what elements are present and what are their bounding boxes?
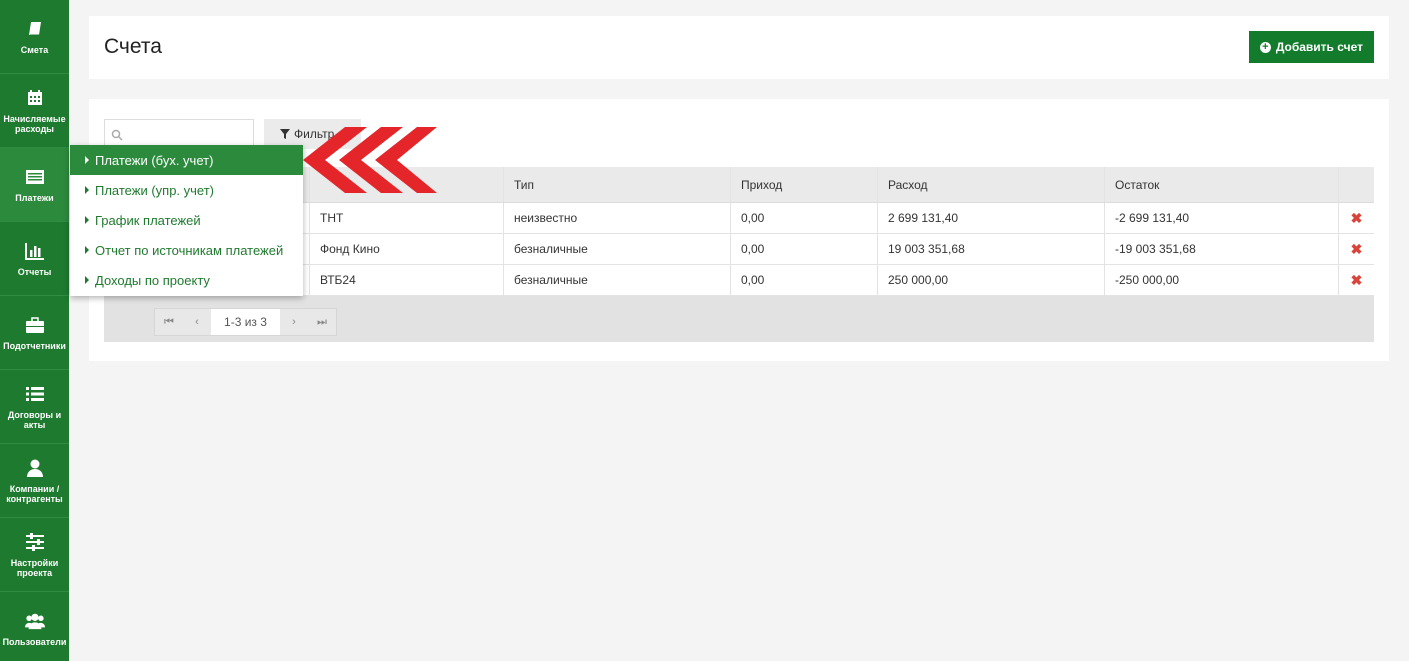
delete-row-button[interactable]: ✖ bbox=[1339, 234, 1374, 264]
caret-right-icon bbox=[85, 156, 89, 164]
cell-name[interactable]: ТНТ bbox=[310, 203, 504, 233]
cell-type: безналичные bbox=[504, 265, 731, 295]
sliders-icon bbox=[25, 532, 45, 552]
submenu-item-project-income[interactable]: Доходы по проекту bbox=[70, 265, 303, 295]
page-title: Счета bbox=[104, 35, 162, 58]
delete-row-button[interactable]: ✖ bbox=[1339, 203, 1374, 233]
caret-right-icon bbox=[85, 276, 89, 284]
list-icon bbox=[25, 384, 45, 404]
book-icon bbox=[25, 19, 45, 39]
cell-name[interactable]: Фонд Кино bbox=[310, 234, 504, 264]
pagination-bar: ⏮ ‹ 1-3 из 3 › ⏭ bbox=[104, 296, 1374, 342]
sidebar-item-contracts[interactable]: Договоры и акты bbox=[0, 370, 69, 444]
cell-type: безналичные bbox=[504, 234, 731, 264]
close-icon: ✖ bbox=[1350, 209, 1363, 226]
cell-balance: -250 000,00 bbox=[1105, 265, 1339, 295]
cell-income: 0,00 bbox=[731, 234, 878, 264]
column-header-type[interactable]: Тип bbox=[504, 167, 731, 202]
user-icon bbox=[25, 458, 45, 478]
bar-chart-icon bbox=[24, 241, 45, 261]
cell-expense: 19 003 351,68 bbox=[878, 234, 1105, 264]
sidebar-item-label: Начисляемые расходы bbox=[3, 113, 66, 134]
pagination: ⏮ ‹ 1-3 из 3 › ⏭ bbox=[154, 308, 337, 336]
sidebar-item-label: Пользователи bbox=[2, 636, 67, 647]
cell-income: 0,00 bbox=[731, 203, 878, 233]
add-account-button[interactable]: + Добавить счет bbox=[1248, 31, 1374, 63]
sidebar-item-label: Подотчетники bbox=[3, 340, 66, 351]
submenu-item-payments-accounting[interactable]: Платежи (бух. учет) bbox=[70, 145, 303, 175]
submenu-item-label: Отчет по источникам платежей bbox=[95, 242, 284, 258]
caret-right-icon bbox=[85, 246, 89, 254]
filter-icon bbox=[280, 129, 290, 139]
cell-expense: 250 000,00 bbox=[878, 265, 1105, 295]
submenu-item-label: Платежи (упр. учет) bbox=[95, 182, 215, 198]
briefcase-icon bbox=[25, 315, 45, 335]
annotation-arrow-icon bbox=[303, 127, 437, 193]
page-header: Счета + Добавить счет bbox=[89, 16, 1389, 79]
sidebar-item-label: Смета bbox=[20, 44, 49, 55]
sidebar: Смета Начисляемые расходы Платежи Отчеты… bbox=[0, 0, 69, 661]
sidebar-item-accrued-expenses[interactable]: Начисляемые расходы bbox=[0, 74, 69, 148]
caret-right-icon bbox=[85, 186, 89, 194]
cell-income: 0,00 bbox=[731, 265, 878, 295]
delete-row-button[interactable]: ✖ bbox=[1339, 265, 1374, 295]
column-header-balance[interactable]: Остаток bbox=[1105, 167, 1339, 202]
list-card-icon bbox=[25, 167, 45, 187]
sidebar-item-label: Договоры и акты bbox=[7, 409, 62, 430]
search-input[interactable] bbox=[127, 123, 247, 145]
submenu-item-label: Доходы по проекту bbox=[95, 272, 210, 288]
column-header bbox=[1339, 167, 1374, 202]
submenu-item-payment-schedule[interactable]: График платежей bbox=[70, 205, 303, 235]
prev-page-icon[interactable]: ‹ bbox=[183, 309, 211, 335]
search-icon bbox=[111, 128, 123, 146]
column-header-expense[interactable]: Расход bbox=[878, 167, 1105, 202]
close-icon: ✖ bbox=[1350, 271, 1363, 288]
sidebar-item-project-settings[interactable]: Настройки проекта bbox=[0, 518, 69, 592]
submenu-item-label: Платежи (бух. учет) bbox=[95, 152, 214, 168]
cell-expense: 2 699 131,40 bbox=[878, 203, 1105, 233]
sidebar-item-users[interactable]: Пользователи bbox=[0, 592, 69, 661]
payments-submenu: Платежи (бух. учет) Платежи (упр. учет) … bbox=[70, 145, 303, 296]
sidebar-item-companies[interactable]: Компании / контрагенты bbox=[0, 444, 69, 518]
sidebar-item-label: Отчеты bbox=[17, 266, 52, 277]
sidebar-item-label: Платежи bbox=[15, 192, 54, 203]
sidebar-item-label: Настройки проекта bbox=[10, 557, 59, 578]
cell-type: неизвестно bbox=[504, 203, 731, 233]
submenu-item-label: График платежей bbox=[95, 212, 201, 228]
cell-balance: -19 003 351,68 bbox=[1105, 234, 1339, 264]
last-page-icon[interactable]: ⏭ bbox=[308, 309, 336, 335]
sidebar-item-reports[interactable]: Отчеты bbox=[0, 222, 69, 296]
submenu-item-payment-sources-report[interactable]: Отчет по источникам платежей bbox=[70, 235, 303, 265]
first-page-icon[interactable]: ⏮ bbox=[155, 309, 183, 335]
calendar-icon bbox=[25, 88, 45, 108]
sidebar-item-label: Компании / контрагенты bbox=[6, 483, 63, 504]
caret-right-icon bbox=[85, 216, 89, 224]
page-info: 1-3 из 3 bbox=[211, 309, 280, 335]
close-icon: ✖ bbox=[1350, 240, 1363, 257]
submenu-item-payments-management[interactable]: Платежи (упр. учет) bbox=[70, 175, 303, 205]
next-page-icon[interactable]: › bbox=[280, 309, 308, 335]
plus-circle-icon: + bbox=[1259, 41, 1271, 53]
users-icon bbox=[24, 611, 45, 631]
sidebar-item-estimate[interactable]: Смета bbox=[0, 0, 69, 74]
sidebar-item-payments[interactable]: Платежи bbox=[0, 148, 69, 222]
column-header-income[interactable]: Приход bbox=[731, 167, 878, 202]
cell-balance: -2 699 131,40 bbox=[1105, 203, 1339, 233]
cell-name[interactable]: ВТБ24 bbox=[310, 265, 504, 295]
sidebar-item-accountables[interactable]: Подотчетники bbox=[0, 296, 69, 370]
add-account-label: Добавить счет bbox=[1275, 40, 1363, 54]
